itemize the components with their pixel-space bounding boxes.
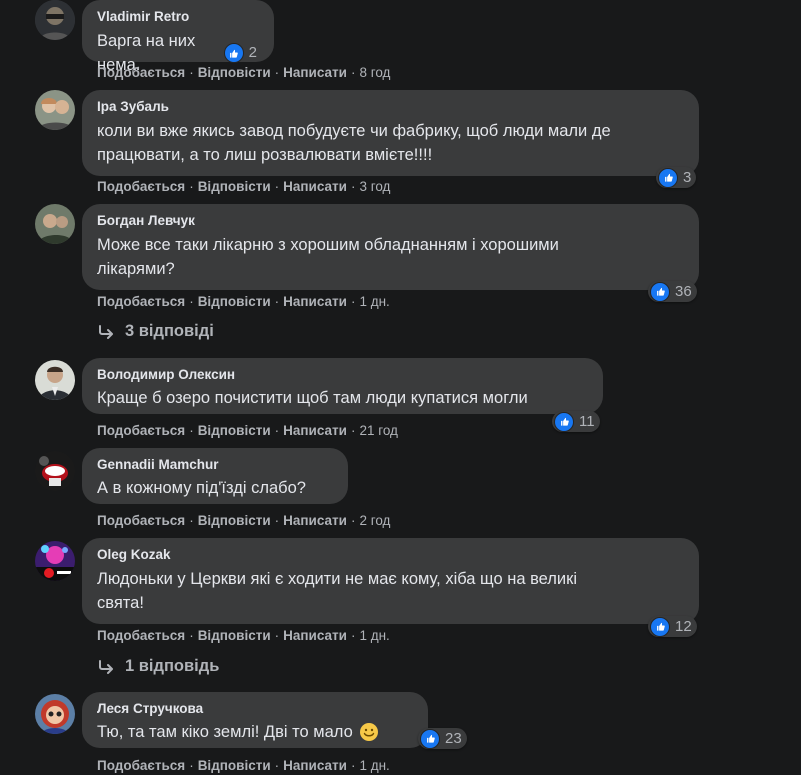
comment-text-line: працювати, а то лиш розвалювати вмієте!!… (97, 146, 433, 164)
reply-link[interactable]: Відповісти (198, 628, 271, 643)
author-name[interactable]: Богдан Левчук (97, 212, 687, 230)
avatar[interactable] (35, 541, 75, 581)
timestamp[interactable]: 21 год (359, 423, 397, 438)
reaction-summary[interactable]: 3 (656, 167, 697, 188)
comment-actions: Подобається · Відповісти · Написати · 1 дн. (97, 628, 390, 643)
write-link[interactable]: Написати (283, 758, 347, 773)
avatar[interactable] (35, 451, 75, 491)
comment-text: Краще б озеро почистити щоб там люди куп… (97, 389, 528, 407)
comment-bubble: Vladimir Retro Варга на них нема. 2 (82, 0, 274, 74)
comment-bubble: Богдан Левчук Може все таки лікарню з хо… (82, 204, 699, 290)
avatar-image (35, 451, 75, 491)
avatar[interactable] (35, 360, 75, 400)
avatar[interactable] (35, 0, 75, 40)
like-link[interactable]: Подобається (97, 65, 185, 80)
like-link[interactable]: Подобається (97, 513, 185, 528)
reaction-count: 3 (683, 169, 692, 186)
comment-bubble: Іра Зубаль коли ви вже якись завод побуд… (82, 90, 699, 176)
write-link[interactable]: Написати (283, 294, 347, 309)
view-replies-link[interactable]: 3 відповіді (97, 322, 214, 341)
author-name[interactable]: Oleg Kozak (97, 546, 687, 564)
timestamp[interactable]: 2 год (359, 513, 390, 528)
avatar-image (35, 360, 75, 400)
reply-link[interactable]: Відповісти (198, 758, 271, 773)
comment-text-line: лікарями? (97, 260, 175, 278)
comment-bubble: Леся Стручкова Тю, та там кіко землі! Дв… (82, 692, 428, 748)
like-link[interactable]: Подобається (97, 628, 185, 643)
comment-text-line: свята! (97, 594, 144, 612)
like-link[interactable]: Подобається (97, 758, 185, 773)
write-link[interactable]: Написати (283, 423, 347, 438)
comment-text-line: Може все таки лікарню з хорошим обладнан… (97, 236, 559, 254)
author-name[interactable]: Іра Зубаль (97, 98, 687, 116)
smiling-face-emoji-icon (359, 723, 378, 741)
reply-link[interactable]: Відповісти (198, 513, 271, 528)
write-link[interactable]: Написати (283, 513, 347, 528)
reaction-count: 12 (675, 618, 692, 635)
reply-arrow-icon (99, 659, 113, 674)
author-name[interactable]: Gennadii Mamchur (97, 456, 336, 474)
thumbs-up-icon (223, 43, 244, 63)
reaction-summary[interactable]: 36 (648, 281, 697, 302)
comment-actions: Подобається · Відповісти · Написати · 2 год (97, 513, 391, 528)
reply-link[interactable]: Відповісти (198, 65, 271, 80)
avatar-image (35, 541, 75, 581)
comment-actions: Подобається · Відповісти · Написати · 1 дн. (97, 294, 390, 309)
comment-actions: Подобається · Відповісти · Написати · 21 год (97, 423, 398, 438)
comment-text-line: Людоньки у Церкви які є ходити не має ко… (97, 570, 578, 588)
reply-arrow-icon (99, 324, 113, 339)
reaction-count: 23 (445, 730, 462, 747)
thumbs-up-icon (658, 167, 678, 188)
avatar-image (35, 204, 75, 244)
avatar[interactable] (35, 694, 75, 734)
thumbs-up-icon (650, 616, 670, 637)
like-link[interactable]: Подобається (97, 423, 185, 438)
comment-bubble: Gennadii Mamchur А в кожному під'їзді сл… (82, 448, 348, 504)
author-name[interactable]: Володимир Олексин (97, 366, 591, 384)
thumbs-up-icon (420, 728, 440, 749)
replies-count-label: 3 відповіді (125, 322, 214, 340)
comment-actions: Подобається · Відповісти · Написати · 1 дн. (97, 758, 390, 773)
timestamp[interactable]: 1 дн. (359, 758, 389, 773)
reply-link[interactable]: Відповісти (198, 294, 271, 309)
avatar-image (35, 694, 75, 734)
reaction-summary[interactable]: 23 (418, 728, 467, 749)
view-replies-link[interactable]: 1 відповідь (97, 657, 219, 676)
replies-count-label: 1 відповідь (125, 657, 220, 675)
thumbs-up-icon (650, 281, 670, 302)
write-link[interactable]: Написати (283, 65, 347, 80)
comment-actions: Подобається · Відповісти · Написати · 3 год (97, 179, 391, 194)
avatar[interactable] (35, 90, 75, 130)
write-link[interactable]: Написати (283, 179, 347, 194)
avatar-image (35, 0, 75, 40)
like-link[interactable]: Подобається (97, 179, 185, 194)
author-name[interactable]: Vladimir Retro (97, 8, 262, 26)
reaction-count: 2 (248, 44, 257, 61)
timestamp[interactable]: 1 дн. (359, 628, 389, 643)
write-link[interactable]: Написати (283, 628, 347, 643)
timestamp[interactable]: 3 год (359, 179, 390, 194)
avatar-image (35, 90, 75, 130)
reaction-summary[interactable]: 11 (552, 411, 600, 432)
comment-actions: Подобається · Відповісти · Написати · 8 год (97, 65, 391, 80)
timestamp[interactable]: 8 год (359, 65, 390, 80)
comment-text: А в кожному під'їзді слабо? (97, 479, 306, 497)
comment-text: Тю, та там кіко землі! Дві то мало (97, 723, 353, 741)
thumbs-up-icon (554, 411, 574, 432)
comment-bubble: Oleg Kozak Людоньки у Церкви які є ходит… (82, 538, 699, 624)
reaction-count: 36 (675, 283, 692, 300)
reply-link[interactable]: Відповісти (198, 179, 271, 194)
like-link[interactable]: Подобається (97, 294, 185, 309)
reaction-summary[interactable]: 12 (648, 616, 697, 637)
comment-text-line: коли ви вже якись завод побудуєте чи фаб… (97, 122, 611, 140)
reaction-summary[interactable]: 2 (222, 43, 262, 64)
reaction-count: 11 (579, 413, 595, 430)
avatar[interactable] (35, 204, 75, 244)
comment-bubble: Володимир Олексин Краще б озеро почистит… (82, 358, 603, 414)
reply-link[interactable]: Відповісти (198, 423, 271, 438)
timestamp[interactable]: 1 дн. (359, 294, 389, 309)
author-name[interactable]: Леся Стручкова (97, 700, 416, 718)
